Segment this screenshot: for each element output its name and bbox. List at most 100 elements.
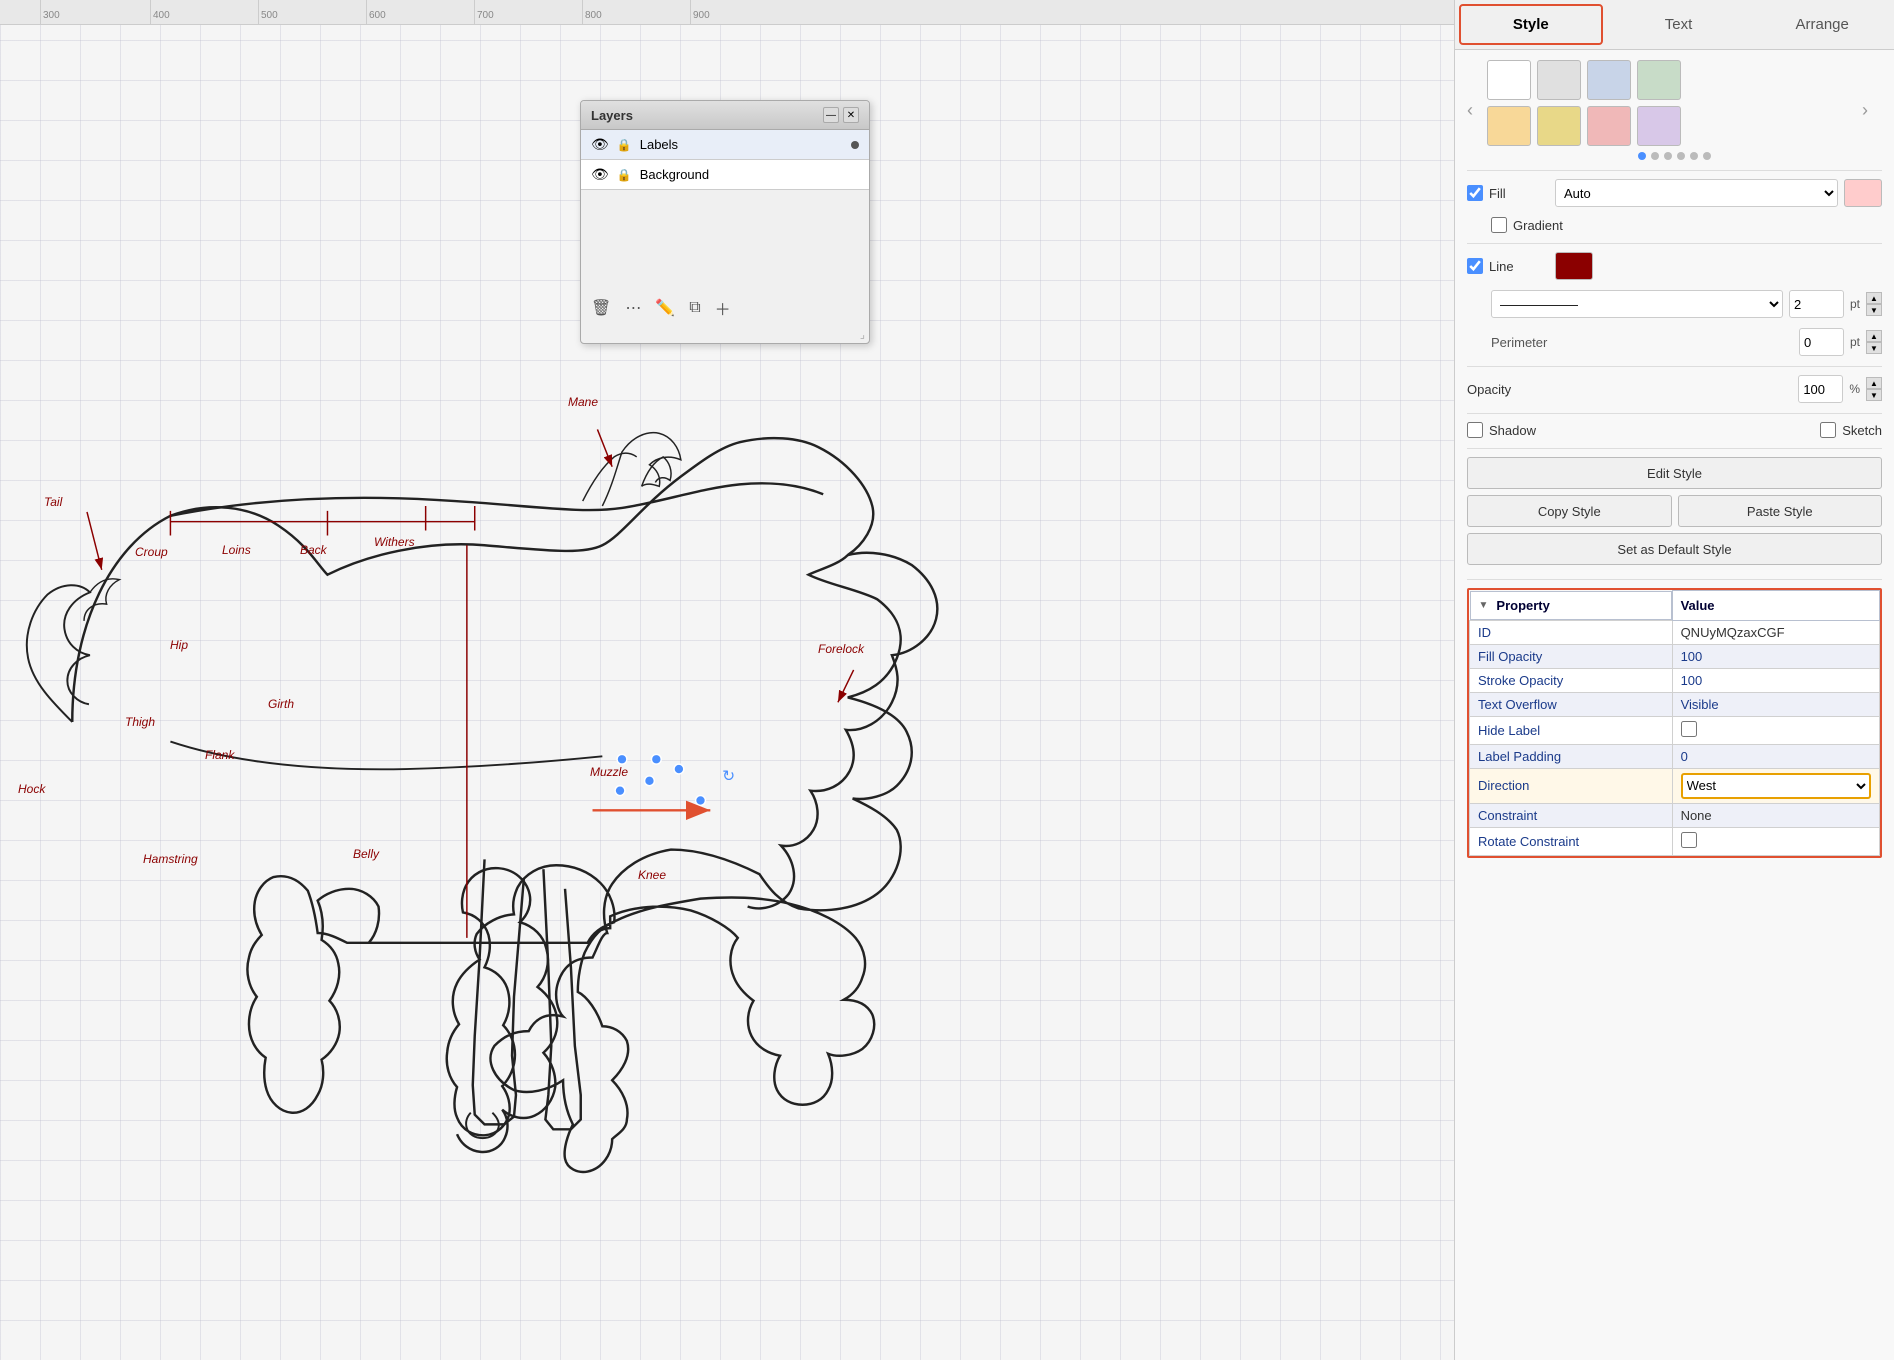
- spin-up-btn[interactable]: ▲: [1866, 292, 1882, 304]
- prop-textoverflow-value: Visible: [1672, 692, 1879, 716]
- label-hamstring: Hamstring: [143, 852, 198, 866]
- hide-label-checkbox[interactable]: [1681, 721, 1697, 737]
- table-row: Fill Opacity 100: [1470, 644, 1880, 668]
- layer-visibility-icon-labels[interactable]: 👁: [591, 136, 609, 153]
- swatch-dot-5[interactable]: [1690, 152, 1698, 160]
- layer-item-background[interactable]: 👁 🔒 Background: [581, 160, 869, 190]
- ruler-mark-700: 700: [474, 0, 494, 24]
- table-row: Constraint None: [1470, 803, 1880, 827]
- swatch-next-btn[interactable]: ›: [1862, 100, 1882, 121]
- tab-bar: Style Text Arrange: [1455, 0, 1894, 50]
- layers-resize-handle[interactable]: ⌟: [581, 326, 869, 343]
- layer-duplicate-btn[interactable]: ⧉: [689, 299, 700, 317]
- line-style-dropdown[interactable]: ——————: [1491, 290, 1783, 318]
- label-belly: Belly: [353, 847, 379, 861]
- gradient-checkbox[interactable]: [1491, 217, 1507, 233]
- table-row: Label Padding 0: [1470, 744, 1880, 768]
- shadow-sketch-row: Shadow Sketch: [1467, 422, 1882, 438]
- layer-edit-btn[interactable]: ✏️: [655, 298, 675, 318]
- layers-empty-area: [581, 190, 869, 290]
- table-row: ID QNUyMQzaxCGF: [1470, 620, 1880, 644]
- line-checkbox[interactable]: [1467, 258, 1483, 274]
- color-swatches-container: ‹: [1467, 60, 1882, 160]
- swatch-lightyellow[interactable]: [1537, 106, 1581, 146]
- perimeter-spin-down[interactable]: ▼: [1866, 342, 1882, 354]
- layer-name-background: Background: [640, 167, 859, 182]
- swatch-dot-4[interactable]: [1677, 152, 1685, 160]
- label-knee: Knee: [638, 868, 666, 882]
- canvas-area[interactable]: 300 400 500 600 700 800 900: [0, 0, 1454, 1360]
- label-mane: Mane: [568, 395, 598, 409]
- swatch-white[interactable]: [1487, 60, 1531, 100]
- layer-add-btn[interactable]: ＋: [715, 296, 731, 320]
- prop-rotateconstraint-value[interactable]: [1672, 827, 1879, 855]
- tab-text[interactable]: Text: [1607, 0, 1751, 49]
- swatch-lightpink[interactable]: [1587, 106, 1631, 146]
- layer-more-btn[interactable]: ⋯: [625, 298, 641, 318]
- prop-hidelabel-value[interactable]: [1672, 716, 1879, 744]
- prop-constraint-name: Constraint: [1470, 803, 1673, 827]
- sketch-checkbox[interactable]: [1820, 422, 1836, 438]
- gradient-label: Gradient: [1513, 218, 1563, 233]
- spin-down-btn[interactable]: ▼: [1866, 304, 1882, 316]
- opacity-spinner[interactable]: ▲ ▼: [1866, 377, 1882, 401]
- divider-1: [1467, 170, 1882, 171]
- prop-labelpadding-value: 0: [1672, 744, 1879, 768]
- swatch-lightblue[interactable]: [1587, 60, 1631, 100]
- fill-checkbox[interactable]: [1467, 185, 1483, 201]
- set-default-style-button[interactable]: Set as Default Style: [1467, 533, 1882, 565]
- layers-minimize-btn[interactable]: —: [823, 107, 839, 123]
- line-pt-label: pt: [1850, 297, 1860, 311]
- layer-visibility-icon-bg[interactable]: 👁: [591, 166, 609, 183]
- swatch-dot-3[interactable]: [1664, 152, 1672, 160]
- swatch-dot-2[interactable]: [1651, 152, 1659, 160]
- divider-5: [1467, 448, 1882, 449]
- swatch-dot-6[interactable]: [1703, 152, 1711, 160]
- opacity-spin-up[interactable]: ▲: [1866, 377, 1882, 389]
- direction-select[interactable]: West North South East: [1681, 773, 1871, 799]
- shadow-checkbox[interactable]: [1467, 422, 1483, 438]
- perimeter-label: Perimeter: [1491, 335, 1561, 350]
- swatch-lightgreen[interactable]: [1637, 60, 1681, 100]
- layers-close-btn[interactable]: ✕: [843, 107, 859, 123]
- swatch-lightgray[interactable]: [1537, 60, 1581, 100]
- rotate-constraint-checkbox[interactable]: [1681, 832, 1697, 848]
- property-table-header: ▼ Property Value: [1470, 591, 1880, 621]
- line-pt-input[interactable]: 2: [1789, 290, 1844, 318]
- prop-textoverflow-name: Text Overflow: [1470, 692, 1673, 716]
- perimeter-pt-label: pt: [1850, 335, 1860, 349]
- label-loins: Loins: [222, 543, 251, 557]
- perimeter-spin-up[interactable]: ▲: [1866, 330, 1882, 342]
- layer-item-labels[interactable]: 👁 🔒 Labels: [581, 130, 869, 160]
- table-row: Hide Label: [1470, 716, 1880, 744]
- tab-arrange[interactable]: Arrange: [1750, 0, 1894, 49]
- prop-strokeopacity-name: Stroke Opacity: [1470, 668, 1673, 692]
- swatch-lightorange[interactable]: [1487, 106, 1531, 146]
- swatch-prev-btn[interactable]: ‹: [1467, 100, 1487, 121]
- fill-type-dropdown[interactable]: Auto: [1555, 179, 1838, 207]
- layer-delete-btn[interactable]: 🗑: [591, 298, 611, 318]
- prop-direction-value[interactable]: West North South East: [1672, 768, 1879, 803]
- opacity-row: Opacity 100 % ▲ ▼: [1467, 375, 1882, 403]
- copy-style-button[interactable]: Copy Style: [1467, 495, 1672, 527]
- paste-style-button[interactable]: Paste Style: [1678, 495, 1883, 527]
- property-table: ▼ Property Value ID QNUyMQzaxCGF: [1469, 590, 1880, 856]
- layer-lock-icon-labels[interactable]: 🔒: [617, 138, 632, 152]
- table-row: Stroke Opacity 100: [1470, 668, 1880, 692]
- tab-style[interactable]: Style: [1459, 4, 1603, 45]
- line-color-swatch[interactable]: [1555, 252, 1593, 280]
- table-row: Direction West North South East: [1470, 768, 1880, 803]
- label-flank: Flank: [205, 748, 234, 762]
- perimeter-row: Perimeter 0 pt ▲ ▼: [1467, 328, 1882, 356]
- prop-rotateconstraint-name: Rotate Constraint: [1470, 827, 1673, 855]
- perimeter-spinner[interactable]: ▲ ▼: [1866, 330, 1882, 354]
- opacity-spin-down[interactable]: ▼: [1866, 389, 1882, 401]
- swatch-lightpurple[interactable]: [1637, 106, 1681, 146]
- edit-style-button[interactable]: Edit Style: [1467, 457, 1882, 489]
- swatch-dot-1[interactable]: [1638, 152, 1646, 160]
- layers-panel: Layers — ✕ 👁 🔒 Labels 👁 🔒 Background: [580, 100, 870, 344]
- fill-color-swatch[interactable]: [1844, 179, 1882, 207]
- layers-window-buttons: — ✕: [823, 107, 859, 123]
- line-pt-spinner[interactable]: ▲ ▼: [1866, 292, 1882, 316]
- layer-lock-icon-bg[interactable]: 🔒: [617, 168, 632, 182]
